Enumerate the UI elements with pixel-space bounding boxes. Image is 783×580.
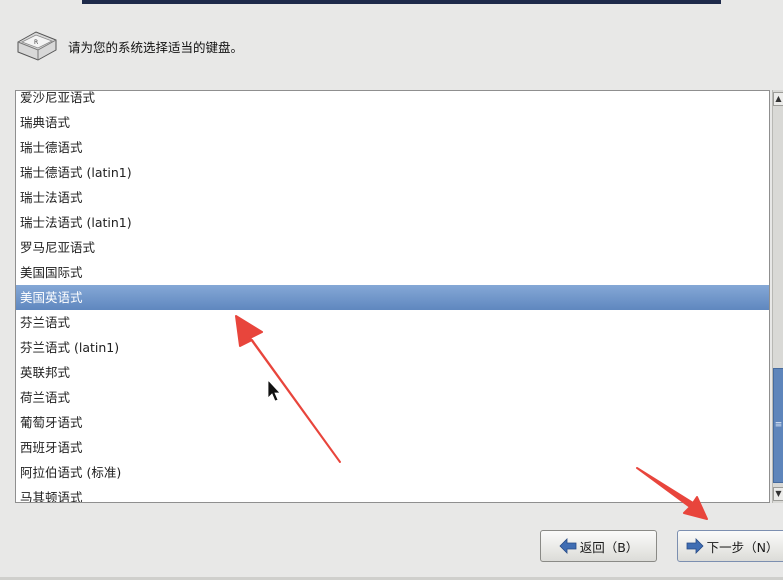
list-item[interactable]: 爱沙尼亚语式 <box>16 91 769 110</box>
list-item[interactable]: 瑞典语式 <box>16 110 769 135</box>
next-button-label: 下一步（N） <box>706 539 779 555</box>
list-item[interactable]: 罗马尼亚语式 <box>16 235 769 260</box>
list-item[interactable]: 葡萄牙语式 <box>16 410 769 435</box>
arrow-left-icon <box>559 538 577 554</box>
svg-text:R: R <box>34 39 38 46</box>
list-item[interactable]: 瑞士德语式 <box>16 135 769 160</box>
header: R 请为您的系统选择适当的键盘。 <box>14 28 243 64</box>
arrow-right-icon <box>686 538 704 554</box>
list-item[interactable]: 芬兰语式 <box>16 310 769 335</box>
back-button-label: 返回（B） <box>579 539 639 555</box>
keyboard-list[interactable]: 爱沙尼亚语式 瑞典语式 瑞士德语式 瑞士德语式 (latin1) 瑞士法语式 瑞士法语式 … <box>15 90 770 503</box>
back-button[interactable]: 返回（B） <box>540 530 657 562</box>
next-button[interactable]: 下一步（N） <box>677 530 783 562</box>
list-item[interactable]: 西班牙语式 <box>16 435 769 460</box>
list-item[interactable]: 荷兰语式 <box>16 385 769 410</box>
list-item[interactable]: 芬兰语式 (latin1) <box>16 335 769 360</box>
list-item[interactable]: 阿拉伯语式 (标准) <box>16 460 769 485</box>
scroll-up-arrow-icon[interactable]: ▲ <box>773 92 783 106</box>
list-item[interactable]: 英联邦式 <box>16 360 769 385</box>
list-item[interactable]: 瑞士德语式 (latin1) <box>16 160 769 185</box>
top-banner <box>82 0 721 4</box>
list-item[interactable]: 美国国际式 <box>16 260 769 285</box>
scrollbar-thumb[interactable]: ≡ <box>773 368 783 483</box>
list-item[interactable]: 瑞士法语式 <box>16 185 769 210</box>
scroll-down-arrow-icon[interactable]: ▼ <box>773 487 783 501</box>
list-item[interactable]: 马其顿语式 <box>16 485 769 502</box>
header-text: 请为您的系统选择适当的键盘。 <box>68 39 244 55</box>
list-item[interactable]: 美国英语式 <box>16 285 769 310</box>
list-item[interactable]: 瑞士法语式 (latin1) <box>16 210 769 235</box>
keyboard-list-items: 爱沙尼亚语式 瑞典语式 瑞士德语式 瑞士德语式 (latin1) 瑞士法语式 瑞士法语式 … <box>16 91 769 502</box>
keyboard-key-icon: R <box>17 31 57 61</box>
vertical-scrollbar[interactable]: ▲ ≡ ▼ <box>772 90 783 503</box>
